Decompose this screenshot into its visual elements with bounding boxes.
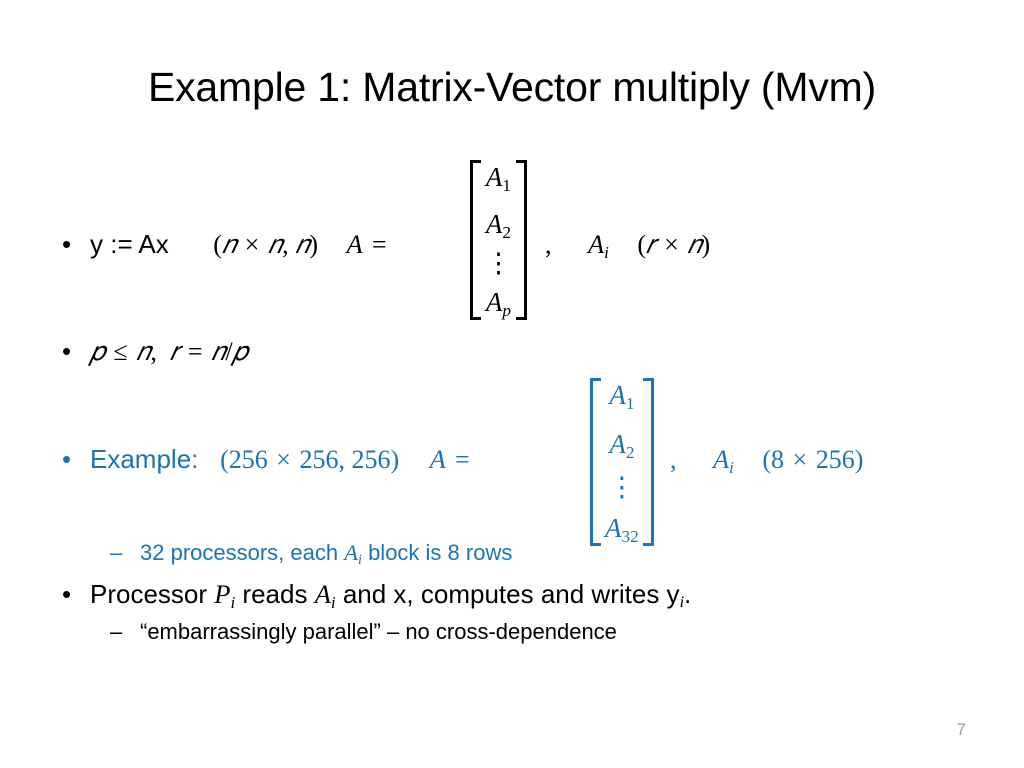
block-a-symbol: Ai	[344, 540, 362, 569]
slide-page-number: 7	[956, 720, 966, 739]
comma-separator: ,	[545, 230, 552, 259]
matrix-column: A1 A2 ⋮ A32	[601, 378, 643, 546]
slide-canvas: Example 1: Matrix-Vector multiply (Mvm) …	[0, 0, 1024, 768]
block-a-symbol: Ai	[587, 229, 609, 262]
bullet-item-4: • Processor Pi reads Ai and x, computes …	[62, 578, 692, 612]
sentence-period: .	[684, 579, 692, 609]
example-block-a-symbol: Ai	[712, 444, 734, 477]
bullet-2-content: 𝑝 ≤ 𝑛, 𝑟 = 𝑛/𝑝	[90, 335, 247, 368]
matrix-row-2: A2	[609, 429, 635, 463]
bullet-1-block-spec: , Ai (𝑟 × 𝑛)	[545, 228, 710, 261]
sub-bullet-item-3a: – 32 processors, each Ai block is 8 rows	[110, 539, 513, 569]
bullet-marker: •	[62, 444, 72, 474]
slide-title: Example 1: Matrix-Vector multiply (Mvm)	[147, 64, 877, 110]
example-label: Example:	[90, 444, 199, 474]
sub-bullet-item-4a: – “embarrassingly parallel” – no cross-d…	[110, 618, 617, 645]
matrix-row-last: A32	[605, 512, 639, 546]
sub-bullet-marker: –	[110, 619, 123, 644]
right-bracket-icon	[516, 160, 529, 320]
reads-text: reads	[235, 579, 315, 609]
example-equals-sign: =	[455, 445, 470, 474]
bullet-3-content: Example: (256 × 256, 256) A =	[90, 443, 472, 476]
example-dimensions: (256 × 256, 256)	[220, 445, 400, 474]
mvm-definition: y := Ax	[90, 229, 169, 259]
bullet-1-block-spec-text: , Ai (𝑟 × 𝑛)	[545, 228, 710, 261]
matrix-row-ellipsis: ⋮	[485, 248, 512, 279]
matrix-block-decomposition: A1 A2 ⋮ Ap	[468, 160, 529, 320]
matrix-row-last: Ap	[485, 286, 512, 320]
example-matrix-block-decomposition: A1 A2 ⋮ A32	[588, 378, 656, 546]
sub-bullet-marker: –	[110, 540, 123, 565]
right-bracket-icon	[642, 378, 656, 546]
matrix-a-symbol: A	[346, 229, 363, 259]
embarrassingly-parallel-text: “embarrassingly parallel” – no cross-dep…	[140, 619, 617, 644]
matrix-row-2: A2	[485, 208, 512, 242]
bullet-item-3: • Example: (256 × 256, 256) A =	[62, 443, 472, 476]
processor-count-text: 32 processors, each	[140, 540, 345, 565]
computes-writes-text: and x, computes and writes y	[335, 579, 680, 609]
example-block-dimensions: (8 × 256)	[762, 445, 864, 474]
bullet-marker: •	[62, 336, 72, 366]
processor-count-constraint: 𝑝 ≤ 𝑛, 𝑟 = 𝑛/𝑝	[90, 336, 248, 366]
block-rows-text: block is 8 rows	[361, 540, 513, 565]
processor-prefix-text: Processor	[90, 579, 215, 609]
comma-separator: ,	[670, 445, 677, 474]
matrix-row-ellipsis: ⋮	[608, 471, 636, 502]
bullet-marker: •	[62, 579, 72, 609]
bullet-item-2: • 𝑝 ≤ 𝑛, 𝑟 = 𝑛/𝑝	[62, 335, 247, 368]
example-matrix-a-symbol: A	[429, 444, 446, 474]
equals-sign: =	[371, 230, 387, 259]
matrix-row-1: A1	[609, 380, 635, 413]
processor-p-symbol: Pi	[214, 579, 236, 612]
bullet-3-block-spec: , Ai (8 × 256)	[670, 443, 863, 476]
block-dimensions: (𝑟 × 𝑛)	[637, 229, 711, 259]
left-bracket-icon	[588, 378, 601, 546]
bullet-marker: •	[62, 229, 72, 259]
bullet-item-1: • y := Ax (𝑛 × 𝑛, 𝑛) A =	[62, 228, 389, 261]
bullet-3-block-spec-text: , Ai (8 × 256)	[670, 443, 863, 476]
left-bracket-icon	[468, 160, 481, 320]
block-a-symbol: Ai	[314, 579, 336, 612]
bullet-4-content: Processor Pi reads Ai and x, computes an…	[90, 578, 692, 612]
matrix-row-1: A1	[485, 162, 512, 195]
bullet-1-content: y := Ax (𝑛 × 𝑛, 𝑛) A =	[90, 228, 389, 261]
mvm-dimensions: (𝑛 × 𝑛, 𝑛)	[213, 229, 318, 259]
matrix-column: A1 A2 ⋮ Ap	[481, 160, 516, 320]
sub-bullet-3a-content: 32 processors, each Ai block is 8 rows	[140, 539, 513, 569]
